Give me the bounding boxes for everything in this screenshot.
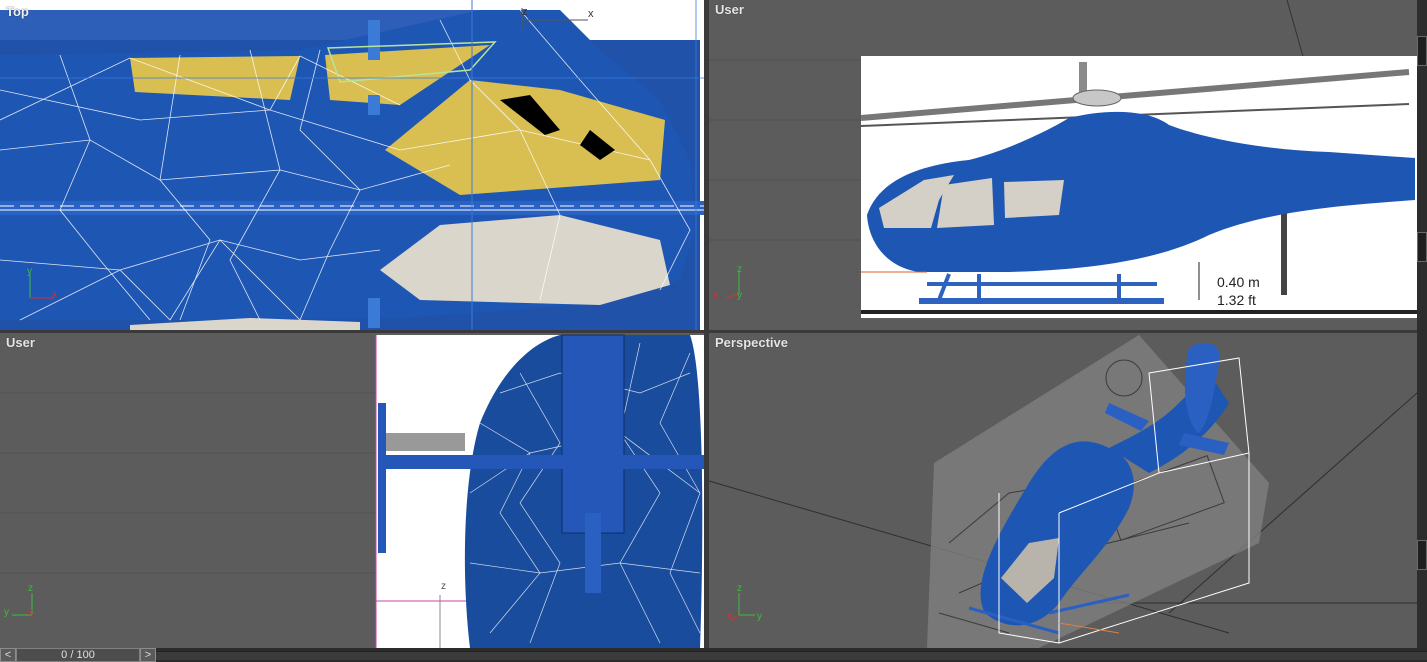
perspective-axis-z: z bbox=[737, 583, 742, 594]
user-left-center-axis-z: z bbox=[441, 581, 446, 592]
top-view-scene bbox=[0, 0, 704, 330]
command-panel-strip[interactable] bbox=[1417, 0, 1427, 648]
viewport-user-left-label[interactable]: User bbox=[6, 335, 35, 350]
user-right-axis-x: x bbox=[713, 290, 718, 301]
timeline-track[interactable] bbox=[156, 651, 1427, 660]
user-left-axis-x: x bbox=[28, 607, 33, 618]
user-right-axis-tripod-icon bbox=[724, 272, 740, 299]
viewport-user-right[interactable]: 0.40 m 1.32 ft User z x y bbox=[709, 0, 1417, 330]
panel-scroll-handle-top[interactable] bbox=[1417, 36, 1427, 66]
user-left-scene bbox=[0, 333, 704, 648]
next-frame-button[interactable]: > bbox=[140, 648, 156, 662]
user-right-scene: 0.40 m 1.32 ft bbox=[709, 0, 1417, 330]
ref-measure-ft: 1.32 ft bbox=[1217, 292, 1256, 308]
user-right-axis-y: y bbox=[737, 290, 742, 301]
time-slider-frame[interactable]: 0 / 100 bbox=[16, 648, 140, 662]
user-right-axis-z: z bbox=[737, 264, 742, 275]
user-left-axis-tripod-icon bbox=[12, 593, 33, 616]
time-slider-bar: < 0 / 100 > bbox=[0, 648, 1427, 662]
ref-measure-m: 0.40 m bbox=[1217, 274, 1260, 290]
top-axis-z-gizmo: z bbox=[522, 6, 528, 18]
perspective-axis-y: y bbox=[757, 611, 762, 622]
viewport-perspective[interactable]: Perspective z x y bbox=[709, 333, 1417, 648]
viewport-perspective-label[interactable]: Perspective bbox=[715, 335, 788, 350]
top-axis-x: x bbox=[52, 289, 57, 300]
viewport-top-label[interactable]: Top bbox=[6, 4, 29, 19]
user-left-axis-z: z bbox=[28, 583, 33, 594]
viewport-user-right-label[interactable]: User bbox=[715, 2, 744, 17]
user-left-axis-y: y bbox=[4, 607, 9, 618]
panel-scroll-handle-mid[interactable] bbox=[1417, 232, 1427, 262]
viewport-top[interactable]: Top y x z x bbox=[0, 0, 704, 330]
top-axis-x-gizmo: x bbox=[588, 8, 594, 20]
perspective-scene bbox=[709, 333, 1417, 648]
previous-frame-button[interactable]: < bbox=[0, 648, 16, 662]
panel-scroll-handle-low[interactable] bbox=[1417, 540, 1427, 570]
top-axis-y: y bbox=[27, 266, 32, 277]
perspective-axis-x: x bbox=[727, 611, 732, 622]
viewport-user-left[interactable]: User z y x z bbox=[0, 333, 704, 648]
